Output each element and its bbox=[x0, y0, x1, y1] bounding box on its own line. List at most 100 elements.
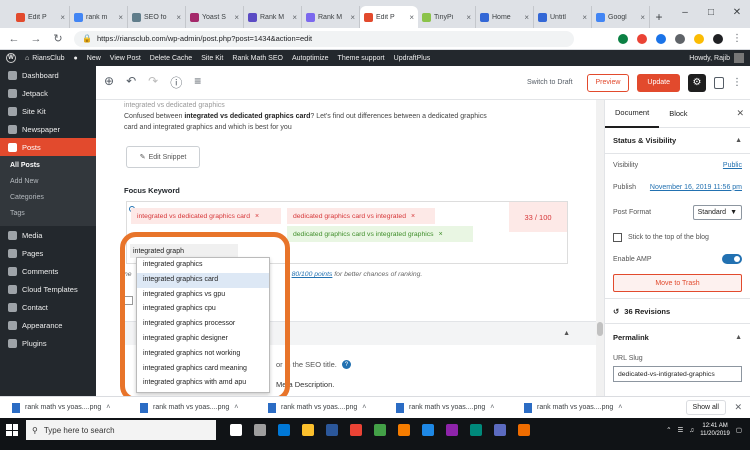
wordpress-logo-icon[interactable]: W bbox=[6, 53, 16, 63]
tab-close-icon[interactable]: × bbox=[524, 13, 529, 22]
suggestion-item[interactable]: integrated graphics cpu bbox=[137, 302, 269, 317]
browser-tab[interactable]: Rank M × bbox=[302, 6, 360, 28]
adminbar-item[interactable]: Theme support bbox=[338, 55, 385, 62]
chevron-up-icon[interactable]: ⌃ bbox=[666, 426, 671, 434]
tab-close-icon[interactable]: × bbox=[234, 13, 239, 22]
download-item[interactable]: rank math vs yoas....png ˄ bbox=[396, 402, 524, 413]
move-to-trash-button[interactable]: Move to Trash bbox=[613, 274, 742, 292]
sidebar-item-posts[interactable]: Posts bbox=[0, 138, 96, 156]
sidebar-item[interactable]: Pages bbox=[0, 244, 96, 262]
url-slug-input[interactable]: dedicated-vs-intigrated-graphics bbox=[613, 366, 742, 382]
taskbar-app-icon[interactable] bbox=[254, 424, 266, 436]
permalink-header[interactable]: Permalink ▲ bbox=[605, 324, 750, 350]
download-item[interactable]: rank math vs yoas....png ˄ bbox=[524, 402, 652, 413]
tab-close-icon[interactable]: × bbox=[176, 13, 181, 22]
tab-close-icon[interactable]: × bbox=[350, 13, 355, 22]
visibility-link[interactable]: Public bbox=[723, 162, 742, 169]
suggestion-item[interactable]: integrated graphics vs gpu bbox=[137, 288, 269, 303]
tab-close-icon[interactable]: × bbox=[640, 13, 645, 22]
suggestion-item[interactable]: integrated graphics not working bbox=[137, 347, 269, 362]
editor-scrollbar[interactable] bbox=[596, 100, 604, 396]
taskbar-search[interactable]: ⚲ Type here to search bbox=[26, 420, 216, 440]
adminbar-item[interactable]: Rank Math SEO bbox=[232, 55, 283, 62]
browser-tab[interactable]: Yoast S × bbox=[186, 6, 244, 28]
tab-close-icon[interactable]: × bbox=[118, 13, 123, 22]
adminbar-item[interactable]: Delete Cache bbox=[150, 55, 192, 62]
minimize-icon[interactable]: – bbox=[672, 0, 698, 24]
adminbar-item[interactable]: New bbox=[87, 55, 101, 62]
suggestion-item[interactable]: integrated graphic designer bbox=[137, 332, 269, 347]
close-downloads-icon[interactable]: ✕ bbox=[734, 402, 742, 413]
suggestion-item[interactable]: integrated graphics with amd apu bbox=[137, 376, 269, 391]
download-item[interactable]: rank math vs yoas....png ˄ bbox=[268, 402, 396, 413]
reload-icon[interactable]: ↻ bbox=[52, 32, 64, 45]
network-icon[interactable]: ☰ bbox=[678, 426, 684, 434]
comments-icon[interactable]: ● bbox=[74, 55, 78, 62]
help-icon[interactable]: ? bbox=[341, 360, 351, 369]
maximize-icon[interactable]: □ bbox=[698, 0, 724, 24]
browser-tab[interactable]: Googl × bbox=[592, 6, 650, 28]
update-button[interactable]: Update bbox=[637, 73, 680, 92]
suggestion-item[interactable]: integrated graphics bbox=[137, 258, 269, 273]
show-all-button[interactable]: Show all bbox=[685, 400, 726, 415]
sidebar-item[interactable]: Newspaper bbox=[0, 120, 96, 138]
chevron-up-icon[interactable]: ▲ bbox=[563, 330, 570, 337]
submenu-item[interactable]: Tags bbox=[0, 206, 96, 222]
browser-tab[interactable]: Edit P × bbox=[12, 6, 70, 28]
info-icon[interactable]: ⓘ bbox=[170, 74, 182, 91]
download-item[interactable]: rank math vs yoas....png ˄ bbox=[140, 402, 268, 413]
preview-button[interactable]: Preview bbox=[586, 73, 630, 92]
browser-tab[interactable]: Edit P × bbox=[360, 6, 418, 28]
edit-snippet-button[interactable]: ✎ Edit Snippet bbox=[126, 146, 200, 168]
sidebar-item[interactable]: Site Kit bbox=[0, 102, 96, 120]
tab-close-icon[interactable]: × bbox=[60, 13, 65, 22]
pillar-content-checkbox[interactable] bbox=[124, 296, 133, 305]
suggestion-item[interactable]: integrated graphics card bbox=[137, 272, 269, 288]
keyword-tag[interactable]: dedicated graphics card vs integrated × bbox=[287, 208, 435, 224]
taskbar-app-icon[interactable] bbox=[518, 424, 530, 436]
browser-tab[interactable]: Untitl × bbox=[534, 6, 592, 28]
suggestion-item[interactable]: integrated graphics card meaning bbox=[137, 362, 269, 377]
tab-block[interactable]: Block bbox=[659, 100, 697, 128]
stick-to-top-checkbox[interactable] bbox=[613, 232, 622, 242]
tab-close-icon[interactable]: × bbox=[409, 13, 414, 22]
browser-tab[interactable]: SEO fo × bbox=[128, 6, 186, 28]
taskbar-app-icon[interactable] bbox=[494, 424, 506, 436]
scrollbar-thumb[interactable] bbox=[597, 322, 603, 336]
add-block-icon[interactable]: ⊕ bbox=[104, 74, 114, 91]
sidebar-item[interactable]: Appearance bbox=[0, 316, 96, 334]
taskbar-app-icon[interactable] bbox=[374, 424, 386, 436]
back-icon[interactable]: ← bbox=[8, 33, 20, 45]
chevron-up-icon[interactable]: ˄ bbox=[106, 404, 110, 411]
remove-keyword-icon[interactable]: × bbox=[411, 213, 415, 220]
tab-document[interactable]: Document bbox=[605, 100, 660, 128]
sidebar-item[interactable]: Jetpack bbox=[0, 84, 96, 102]
notifications-icon[interactable]: ▢ bbox=[736, 426, 742, 434]
taskbar-app-icon[interactable] bbox=[398, 424, 410, 436]
focus-keyword-input[interactable]: integrated graph bbox=[130, 244, 238, 258]
extension-icon[interactable] bbox=[694, 33, 704, 44]
taskbar-clock[interactable]: 12:41 AM 11/20/2019 bbox=[700, 422, 730, 438]
post-format-select[interactable]: Standard ▼ bbox=[692, 204, 742, 220]
remove-keyword-icon[interactable]: × bbox=[439, 231, 443, 238]
taskbar-app-icon[interactable] bbox=[422, 424, 434, 436]
mobile-preview-icon[interactable] bbox=[714, 76, 724, 89]
browser-tab[interactable]: TinyPi × bbox=[418, 6, 476, 28]
forward-icon[interactable]: → bbox=[30, 33, 42, 45]
tab-close-icon[interactable]: × bbox=[582, 13, 587, 22]
extension-icon[interactable] bbox=[656, 33, 666, 44]
publish-date-link[interactable]: November 16, 2019 11:56 pm bbox=[650, 184, 742, 191]
taskbar-app-icon[interactable] bbox=[350, 424, 362, 436]
extension-icon[interactable] bbox=[618, 33, 628, 44]
browser-tab[interactable]: Home × bbox=[476, 6, 534, 28]
address-bar[interactable]: 🔒 https://riansclub.com/wp-admin/post.ph… bbox=[74, 30, 574, 47]
howdy-user[interactable]: Howdy, Rajib bbox=[689, 53, 744, 63]
tab-close-icon[interactable]: × bbox=[292, 13, 297, 22]
taskbar-app-icon[interactable] bbox=[446, 424, 458, 436]
adminbar-item[interactable]: Site Kit bbox=[201, 55, 223, 62]
menu-icon[interactable]: ≡ bbox=[194, 74, 201, 91]
sidebar-item[interactable]: Comments bbox=[0, 262, 96, 280]
score-hint-link[interactable]: 80/100 points bbox=[292, 271, 333, 278]
more-options-icon[interactable]: ⋮ bbox=[732, 77, 742, 88]
taskbar-app-icon[interactable] bbox=[326, 424, 338, 436]
